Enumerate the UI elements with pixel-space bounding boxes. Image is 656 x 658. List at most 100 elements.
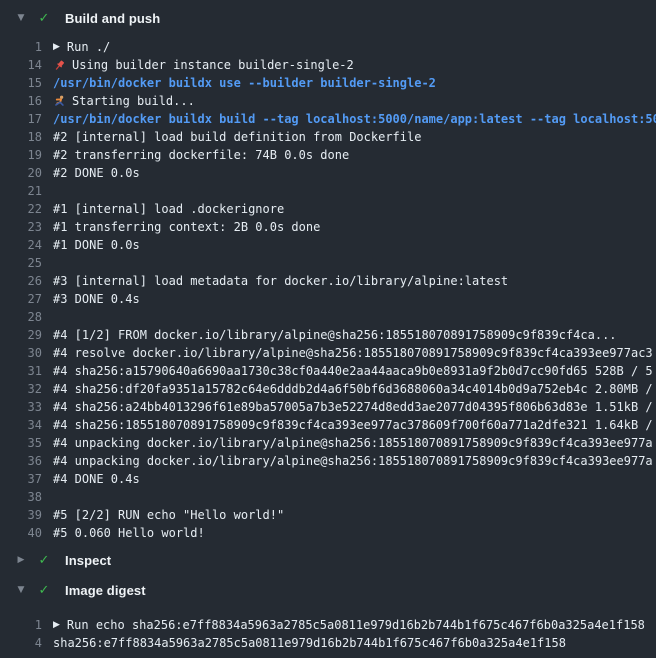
log-text-value: #4 DONE 0.4s <box>53 472 140 486</box>
line-number[interactable]: 19 <box>0 148 42 162</box>
log-line[interactable]: 18 #2 [internal] load build definition f… <box>0 128 656 146</box>
play-icon[interactable]: ▶ <box>53 43 60 52</box>
log-text: #4 unpacking docker.io/library/alpine@sh… <box>53 454 653 468</box>
log-text-value: #4 unpacking docker.io/library/alpine@sh… <box>53 436 653 450</box>
log-line[interactable]: 31 #4 sha256:a15790640a6690aa1730c38cf0a… <box>0 362 656 380</box>
log-line[interactable]: 27 #3 DONE 0.4s <box>0 290 656 308</box>
log-text: #4 sha256:a24bb4013296f61e89ba57005a7b3e… <box>53 400 653 414</box>
line-number[interactable]: 26 <box>0 274 42 288</box>
log-text: Using builder instance builder-single-2 <box>53 58 354 72</box>
log-text-value: /usr/bin/docker buildx build --tag local… <box>53 112 656 126</box>
line-number[interactable]: 40 <box>0 526 42 540</box>
play-icon[interactable]: ▶ <box>53 621 60 630</box>
log-line[interactable]: 17 /usr/bin/docker buildx build --tag lo… <box>0 110 656 128</box>
log-text-value: #2 [internal] load build definition from… <box>53 130 421 144</box>
line-number[interactable]: 18 <box>0 130 42 144</box>
log-line[interactable]: 33 #4 sha256:a24bb4013296f61e89ba57005a7… <box>0 398 656 416</box>
log-text-value: #2 transferring dockerfile: 74B 0.0s don… <box>53 148 349 162</box>
line-number[interactable]: 28 <box>0 310 42 324</box>
log-line[interactable]: 1 ▶Run echo sha256:e7ff8834a5963a2785c5a… <box>0 616 656 634</box>
workflow-step: ▼ ✓ Build and push 1 ▶ Run ./ 14 Using bu… <box>0 0 656 546</box>
log-line[interactable]: 1 ▶ Run ./ <box>0 38 656 56</box>
workflow-log-viewer: ▼ ✓ Build and push 1 ▶Run ./ 14 Using bu… <box>0 0 656 658</box>
log-line[interactable]: 23 #1 transferring context: 2B 0.0s done <box>0 218 656 236</box>
log-text-value: Run ./ <box>67 40 110 54</box>
line-number[interactable]: 36 <box>0 454 42 468</box>
check-icon: ✓ <box>35 554 53 567</box>
log-line[interactable]: 16 Starting build... <box>0 92 656 110</box>
log-text-value: #4 resolve docker.io/library/alpine@sha2… <box>53 346 653 360</box>
log-line[interactable]: 14 Using builder instance builder-single… <box>0 56 656 74</box>
line-number[interactable]: 39 <box>0 508 42 522</box>
log-line[interactable]: 34 #4 sha256:185518070891758909c9f839cf4… <box>0 416 656 434</box>
log-text-value: #1 DONE 0.0s <box>53 238 140 252</box>
log-line[interactable]: 22 #1 [internal] load .dockerignore <box>0 200 656 218</box>
log-line[interactable]: 19 #2 transferring dockerfile: 74B 0.0s … <box>0 146 656 164</box>
line-number[interactable]: 21 <box>0 184 42 198</box>
line-number[interactable]: 22 <box>0 202 42 216</box>
log-line[interactable]: 39 #5 [2/2] RUN echo "Hello world!" <box>0 506 656 524</box>
log-text-value: Starting build... <box>72 94 195 108</box>
line-number[interactable]: 29 <box>0 328 42 342</box>
step-header[interactable]: ▼ ✓ Image digest <box>0 574 656 606</box>
log-text: #2 [internal] load build definition from… <box>53 130 421 144</box>
line-number[interactable]: 30 <box>0 346 42 360</box>
line-number[interactable]: 24 <box>0 238 42 252</box>
log-text: #4 resolve docker.io/library/alpine@sha2… <box>53 346 653 360</box>
workflow-step: ▼ ✓ Image digest 1 ▶Run echo sha256:e7ff… <box>0 574 656 656</box>
line-number[interactable]: 14 <box>0 58 42 72</box>
check-icon: ✓ <box>35 12 53 25</box>
pushpin-icon <box>53 59 72 72</box>
chevron-right-icon[interactable]: ▶ <box>14 556 28 565</box>
line-number[interactable]: 27 <box>0 292 42 306</box>
workflow-step: ▶ ✓ Inspect <box>0 546 656 574</box>
log-line[interactable]: 32 #4 sha256:df20fa9351a15782c64e6dddb2d… <box>0 380 656 398</box>
line-number[interactable]: 1 <box>0 618 42 632</box>
log-text-value: #4 [1/2] FROM docker.io/library/alpine@s… <box>53 328 617 342</box>
line-number[interactable]: 33 <box>0 400 42 414</box>
line-number[interactable]: 37 <box>0 472 42 486</box>
runner-icon <box>53 95 72 108</box>
chevron-down-icon[interactable]: ▼ <box>14 14 28 23</box>
log-line[interactable]: 35 #4 unpacking docker.io/library/alpine… <box>0 434 656 452</box>
log-text: /usr/bin/docker buildx build --tag local… <box>53 112 656 126</box>
log-line[interactable]: 37 #4 DONE 0.4s <box>0 470 656 488</box>
log-line[interactable]: 29 #4 [1/2] FROM docker.io/library/alpin… <box>0 326 656 344</box>
line-number[interactable]: 32 <box>0 382 42 396</box>
line-number[interactable]: 31 <box>0 364 42 378</box>
line-number[interactable]: 34 <box>0 418 42 432</box>
line-number[interactable]: 15 <box>0 76 42 90</box>
line-number[interactable]: 23 <box>0 220 42 234</box>
log-text-value: #5 [2/2] RUN echo "Hello world!" <box>53 508 284 522</box>
step-header[interactable]: ▼ ✓ Build and push <box>0 0 656 36</box>
line-number[interactable]: 38 <box>0 490 42 504</box>
log-text: #3 DONE 0.4s <box>53 292 140 306</box>
line-number[interactable]: 4 <box>0 636 42 650</box>
log-line[interactable]: 38 <box>0 488 656 506</box>
log-line[interactable]: 36 #4 unpacking docker.io/library/alpine… <box>0 452 656 470</box>
chevron-down-icon[interactable]: ▼ <box>14 586 28 595</box>
log-line[interactable]: 30 #4 resolve docker.io/library/alpine@s… <box>0 344 656 362</box>
line-number[interactable]: 1 <box>0 40 42 54</box>
log-line[interactable]: 28 <box>0 308 656 326</box>
log-line[interactable]: 21 <box>0 182 656 200</box>
log-line[interactable]: 4 sha256:e7ff8834a5963a2785c5a0811e979d1… <box>0 634 656 652</box>
line-number[interactable]: 16 <box>0 94 42 108</box>
log-line[interactable]: 15 /usr/bin/docker buildx use --builder … <box>0 74 656 92</box>
log-line[interactable]: 25 <box>0 254 656 272</box>
log-line[interactable]: 20 #2 DONE 0.0s <box>0 164 656 182</box>
log-text: #1 DONE 0.0s <box>53 238 140 252</box>
line-number[interactable]: 25 <box>0 256 42 270</box>
step-header[interactable]: ▶ ✓ Inspect <box>0 546 656 574</box>
log-line[interactable]: 40 #5 0.060 Hello world! <box>0 524 656 542</box>
log-line[interactable]: 24 #1 DONE 0.0s <box>0 236 656 254</box>
line-number[interactable]: 35 <box>0 436 42 450</box>
step-title: Inspect <box>65 553 111 568</box>
line-number[interactable]: 17 <box>0 112 42 126</box>
log-text-value: #1 transferring context: 2B 0.0s done <box>53 220 320 234</box>
line-number[interactable]: 20 <box>0 166 42 180</box>
log-line[interactable]: 26 #3 [internal] load metadata for docke… <box>0 272 656 290</box>
log-text-value: Using builder instance builder-single-2 <box>72 58 354 72</box>
log-text-value: #5 0.060 Hello world! <box>53 526 205 540</box>
log-text: #4 sha256:185518070891758909c9f839cf4ca3… <box>53 418 653 432</box>
